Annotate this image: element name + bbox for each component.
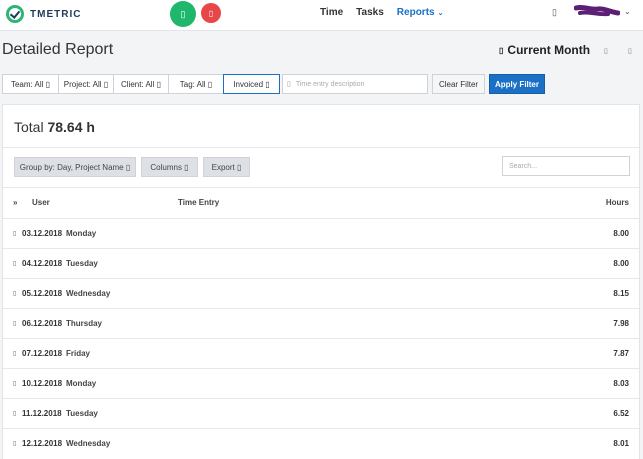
- export-button[interactable]: Export ▯: [203, 157, 250, 177]
- row-day: Monday: [66, 379, 97, 388]
- top-bar: TMETRIC ▯ ▯ Time Tasks Reports ⌄ ▯ ⌄: [0, 0, 643, 31]
- row-hours: 8.15: [613, 289, 629, 298]
- apply-filter-button[interactable]: Apply Filter: [489, 74, 545, 94]
- group-by-button[interactable]: Group by: Day, Project Name ▯: [14, 157, 136, 177]
- column-user[interactable]: User: [32, 198, 50, 207]
- user-avatar[interactable]: [574, 4, 620, 18]
- calendar-icon: ▯: [499, 45, 504, 55]
- table-row[interactable]: ▯ 06.12.2018 Thursday 7.98: [3, 308, 639, 338]
- stop-icon: ▯: [208, 8, 214, 18]
- total-value: 78.64 h: [47, 119, 95, 135]
- expand-icon[interactable]: ▯: [13, 230, 16, 237]
- row-hours: 8.00: [613, 229, 629, 238]
- total-hours: Total 78.64 h: [14, 119, 95, 135]
- invoiced-filter[interactable]: Invoiced ▯: [223, 74, 280, 94]
- row-day: Wednesday: [66, 289, 111, 298]
- row-date: 10.12.2018: [22, 379, 63, 388]
- row-hours: 8.00: [613, 259, 629, 268]
- table-header: » User Time Entry Hours: [3, 188, 639, 218]
- row-day: Tuesday: [66, 409, 98, 418]
- row-hours: 7.98: [613, 319, 629, 328]
- table-row[interactable]: ▯ 07.12.2018 Friday 7.87: [3, 338, 639, 368]
- row-date: 03.12.2018: [22, 229, 63, 238]
- client-filter[interactable]: Client: All ▯: [113, 74, 169, 94]
- report-search-input[interactable]: Search...: [502, 156, 630, 176]
- start-timer-button[interactable]: ▯: [170, 1, 196, 27]
- total-label: Total: [14, 119, 44, 135]
- row-date: 12.12.2018: [22, 439, 63, 448]
- user-menu-chevron-icon[interactable]: ⌄: [624, 7, 631, 16]
- table-row[interactable]: ▯ 05.12.2018 Wednesday 8.15: [3, 278, 639, 308]
- row-day: Thursday: [66, 319, 103, 328]
- row-day: Monday: [66, 229, 97, 238]
- row-day: Wednesday: [66, 439, 111, 448]
- expand-icon[interactable]: ▯: [13, 350, 16, 357]
- play-icon: ▯: [180, 8, 186, 19]
- project-filter[interactable]: Project: All ▯: [58, 74, 114, 94]
- chevron-down-icon: ⌄: [437, 9, 444, 17]
- app-logo[interactable]: TMETRIC: [6, 5, 81, 23]
- row-day: Tuesday: [66, 259, 98, 268]
- row-hours: 8.01: [613, 439, 629, 448]
- row-hours: 6.52: [613, 409, 629, 418]
- logo-icon: [6, 5, 24, 23]
- period-selector[interactable]: ▯ Current Month: [499, 43, 590, 57]
- nav-reports-label: Reports: [396, 6, 435, 18]
- row-date: 04.12.2018: [22, 259, 63, 268]
- row-date: 07.12.2018: [22, 349, 63, 358]
- clear-filter-button[interactable]: Clear Filter: [432, 74, 485, 94]
- expand-icon[interactable]: ▯: [13, 320, 16, 327]
- columns-button[interactable]: Columns ▯: [141, 157, 198, 177]
- row-date: 06.12.2018: [22, 319, 63, 328]
- filter-icon: ▯: [287, 81, 291, 88]
- period-label: Current Month: [507, 43, 591, 57]
- tag-filter[interactable]: Tag: All ▯: [168, 74, 224, 94]
- table-row[interactable]: ▯ 10.12.2018 Monday 8.03: [3, 368, 639, 398]
- row-day: Friday: [66, 349, 91, 358]
- column-hours[interactable]: Hours: [606, 198, 629, 207]
- team-filter[interactable]: Team: All ▯: [2, 74, 59, 94]
- nav-tasks[interactable]: Tasks: [356, 7, 384, 18]
- description-filter-field[interactable]: ▯ Time entry description: [282, 74, 428, 94]
- table-row[interactable]: ▯ 11.12.2018 Tuesday 6.52: [3, 398, 639, 428]
- row-date: 11.12.2018: [22, 409, 62, 418]
- table-row[interactable]: ▯ 12.12.2018 Wednesday 8.01: [3, 428, 639, 458]
- previous-period-button[interactable]: ▯: [604, 47, 608, 55]
- expand-icon[interactable]: ▯: [13, 380, 16, 387]
- divider: [3, 147, 639, 148]
- row-date: 05.12.2018: [22, 289, 63, 298]
- filter-bar: Team: All ▯ Project: All ▯ Client: All ▯…: [2, 74, 280, 94]
- expand-icon[interactable]: ▯: [13, 290, 16, 297]
- notifications-icon[interactable]: ▯: [552, 7, 557, 18]
- description-placeholder: Time entry description: [295, 80, 365, 88]
- nav-time[interactable]: Time: [320, 7, 343, 18]
- app-name: TMETRIC: [30, 8, 82, 20]
- stop-timer-button[interactable]: ▯: [201, 3, 221, 23]
- row-hours: 7.87: [613, 349, 629, 358]
- row-hours: 8.03: [613, 379, 629, 388]
- collapse-all-icon[interactable]: »: [13, 198, 17, 207]
- next-period-button[interactable]: ▯: [628, 47, 632, 55]
- expand-icon[interactable]: ▯: [13, 410, 16, 417]
- expand-icon[interactable]: ▯: [13, 260, 16, 267]
- table-row[interactable]: ▯ 03.12.2018 Monday 8.00: [3, 218, 639, 248]
- page-title: Detailed Report: [2, 41, 114, 58]
- main-nav: Time Tasks Reports ⌄: [320, 0, 456, 24]
- table-row[interactable]: ▯ 04.12.2018 Tuesday 8.00: [3, 248, 639, 278]
- report-panel: Total 78.64 h Group by: Day, Project Nam…: [2, 104, 640, 459]
- column-time-entry[interactable]: Time Entry: [178, 198, 219, 207]
- expand-icon[interactable]: ▯: [13, 440, 16, 447]
- nav-reports[interactable]: Reports ⌄: [397, 7, 444, 18]
